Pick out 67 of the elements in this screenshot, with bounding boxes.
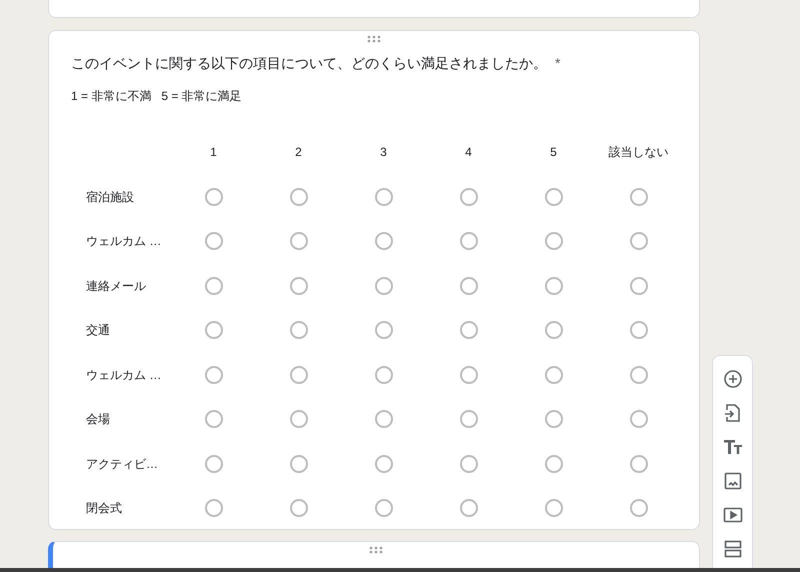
scale-description: 1 = 非常に不満 5 = 非常に満足 bbox=[71, 89, 242, 103]
radio-button[interactable] bbox=[544, 410, 562, 428]
radio-button[interactable] bbox=[290, 232, 308, 250]
column-header: 2 bbox=[295, 144, 302, 162]
radio-button[interactable] bbox=[460, 232, 478, 250]
radio-button[interactable] bbox=[630, 321, 648, 340]
radio-button[interactable] bbox=[204, 366, 222, 384]
radio-button[interactable] bbox=[460, 410, 478, 428]
radio-button[interactable] bbox=[460, 499, 478, 518]
radio-button[interactable] bbox=[544, 276, 562, 295]
radio-button[interactable] bbox=[374, 410, 392, 428]
radio-button[interactable] bbox=[544, 454, 562, 473]
row-label: 連絡メール bbox=[86, 278, 146, 295]
radio-button[interactable] bbox=[544, 499, 562, 518]
radio-button[interactable] bbox=[290, 276, 308, 295]
radio-button[interactable] bbox=[204, 410, 222, 428]
radio-button[interactable] bbox=[374, 321, 392, 340]
column-header: 3 bbox=[380, 144, 387, 162]
radio-button[interactable] bbox=[374, 454, 392, 473]
required-mark: * bbox=[555, 54, 560, 73]
column-header: 5 bbox=[550, 144, 557, 162]
drag-handle-icon[interactable] bbox=[367, 35, 381, 43]
row-label: 交通 bbox=[86, 322, 110, 340]
radio-button[interactable] bbox=[460, 366, 478, 384]
radio-button[interactable] bbox=[290, 454, 308, 473]
radio-button[interactable] bbox=[630, 410, 648, 428]
radio-button[interactable] bbox=[290, 321, 308, 340]
column-header: 1 bbox=[210, 144, 217, 162]
column-header: 該当しない bbox=[608, 144, 668, 162]
radio-button[interactable] bbox=[374, 276, 392, 295]
row-label: ウェルカム … bbox=[86, 366, 162, 384]
radio-button[interactable] bbox=[290, 188, 308, 206]
radio-button[interactable] bbox=[544, 232, 562, 250]
radio-button[interactable] bbox=[460, 321, 478, 340]
radio-button[interactable] bbox=[630, 232, 648, 250]
row-label: 会場 bbox=[86, 411, 110, 428]
row-label: アクティビ… bbox=[86, 456, 158, 473]
radio-button[interactable] bbox=[374, 366, 392, 384]
radio-button[interactable] bbox=[630, 499, 648, 518]
radio-button[interactable] bbox=[630, 276, 648, 295]
radio-button[interactable] bbox=[374, 232, 392, 250]
radio-button[interactable] bbox=[204, 321, 222, 340]
radio-button[interactable] bbox=[204, 232, 222, 250]
radio-button[interactable] bbox=[544, 321, 562, 340]
radio-button[interactable] bbox=[204, 188, 222, 206]
radio-button[interactable] bbox=[544, 366, 562, 384]
radio-button[interactable] bbox=[460, 454, 478, 473]
radio-button[interactable] bbox=[290, 366, 308, 384]
row-label: 閉会式 bbox=[86, 500, 122, 518]
radio-button[interactable] bbox=[460, 276, 478, 295]
row-label: 宿泊施設 bbox=[86, 188, 134, 206]
question-title: このイベントに関する以下の項目について、どのくらい満足されましたか。 bbox=[71, 54, 547, 73]
column-header: 4 bbox=[465, 144, 472, 162]
radio-button[interactable] bbox=[374, 499, 392, 518]
drag-handle-icon[interactable] bbox=[369, 546, 383, 554]
radio-button[interactable] bbox=[460, 188, 478, 206]
radio-button[interactable] bbox=[290, 410, 308, 428]
radio-button[interactable] bbox=[374, 188, 392, 206]
row-label: ウェルカム … bbox=[86, 233, 162, 250]
radio-button[interactable] bbox=[630, 188, 648, 206]
radio-button[interactable] bbox=[630, 454, 648, 473]
radio-button[interactable] bbox=[544, 188, 562, 206]
radio-button[interactable] bbox=[204, 499, 222, 518]
radio-button[interactable] bbox=[630, 366, 648, 384]
radio-button[interactable] bbox=[204, 276, 222, 295]
radio-button[interactable] bbox=[204, 454, 222, 473]
radio-button[interactable] bbox=[290, 499, 308, 518]
